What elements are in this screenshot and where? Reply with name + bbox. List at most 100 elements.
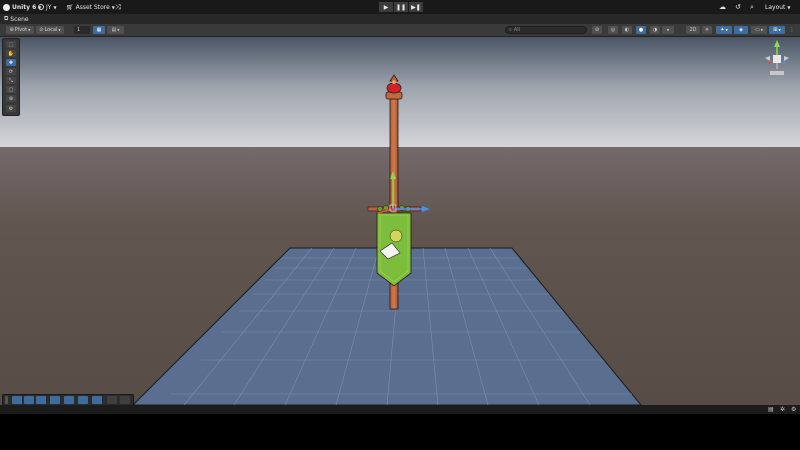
shaded-button[interactable]: ● xyxy=(636,26,646,34)
pivot-dropdown[interactable]: ⊕ Pivot ▼ xyxy=(6,26,34,34)
version-control-icon: ⤨ xyxy=(115,2,121,11)
view-icon: ⬚ xyxy=(8,41,14,48)
wireframe-icon: ◎ xyxy=(610,27,616,33)
overlay-btn-3[interactable] xyxy=(36,396,46,404)
cloud-icon: ☁ xyxy=(719,3,726,11)
eye-slash-icon: ⊘ xyxy=(594,27,600,33)
rotate-tool-button[interactable]: ⟳ xyxy=(6,68,16,75)
version-control-button[interactable]: ⤨ xyxy=(115,2,121,12)
gizmos-dropdown[interactable]: ⊞ ▼ xyxy=(769,26,785,34)
unlit-icon: ◑ xyxy=(652,27,658,33)
custom-tool-icon: ⚙ xyxy=(8,105,14,112)
overlay-grip[interactable] xyxy=(5,396,8,404)
overlay-btn-9[interactable] xyxy=(120,396,130,404)
pause-button[interactable]: ❚❚ xyxy=(394,2,408,12)
asset-store-button[interactable]: 🛒︎ Asset Store ▼ xyxy=(66,2,115,12)
effects-icon: ✦ xyxy=(720,27,725,33)
chevron-down-icon: ▼ xyxy=(778,28,781,32)
chevron-down-icon: ▼ xyxy=(117,28,120,32)
pivot-label: Pivot xyxy=(14,27,28,33)
space-icon: ⊙ xyxy=(39,27,44,33)
scale-icon: ⤡ xyxy=(8,77,13,84)
hand-tool-button[interactable]: ✋ xyxy=(6,50,16,57)
console-icon[interactable]: ▤ xyxy=(768,406,774,413)
search-placeholder: All xyxy=(513,27,521,33)
2d-toggle-button[interactable]: 2D xyxy=(686,26,700,34)
draw-mode-dropdown[interactable]: ▼ xyxy=(662,26,674,34)
overlay-btn-8[interactable] xyxy=(107,396,117,404)
shaded-wireframe-icon: ◐ xyxy=(624,27,630,33)
overlay-btn-5[interactable] xyxy=(64,396,74,404)
transform-tool-button[interactable]: ⊛ xyxy=(6,95,16,102)
unity-logo-icon xyxy=(3,3,10,11)
lighting-toggle-button[interactable]: ☀ xyxy=(702,26,712,34)
playmode-controls: ▶ ❚❚ ▶❚ xyxy=(379,2,423,12)
history-button[interactable]: ↺ xyxy=(735,2,741,12)
2d-label: 2D xyxy=(689,27,697,33)
move-icon: ✥ xyxy=(8,59,14,66)
transform-icon: ⊛ xyxy=(8,95,14,102)
overlay-btn-4[interactable] xyxy=(50,396,60,404)
global-search-button[interactable]: ⌕ xyxy=(750,2,754,12)
scene-viewport[interactable]: ⬚ ✋ ✥ ⟳ ⤡ ▢ ⊛ ⚙ xyxy=(0,37,800,405)
effects-dropdown[interactable]: ✦ ▼ xyxy=(716,26,732,34)
custom-tool-button[interactable]: ⚙ xyxy=(6,105,16,112)
account-label: JY xyxy=(46,3,52,11)
account-icon xyxy=(38,4,44,10)
visibility-button[interactable]: ⊘ xyxy=(592,26,602,34)
cloud-button[interactable]: ☁ xyxy=(719,2,726,12)
space-label: Local xyxy=(44,27,58,33)
move-tool-button[interactable]: ✥ xyxy=(6,59,16,66)
overlay-btn-1[interactable] xyxy=(12,396,22,404)
layers-icon: ◈ xyxy=(739,27,743,33)
grid-toggle-button[interactable]: ▦ xyxy=(93,26,105,34)
scene-render xyxy=(0,37,800,405)
pause-icon: ❚❚ xyxy=(395,3,407,11)
camera-icon: ▭ xyxy=(754,27,760,33)
view-tool-button[interactable]: ⬚ xyxy=(6,41,16,48)
bug-icon[interactable]: ✲ xyxy=(780,406,785,413)
scene-icon: ⧉ xyxy=(4,15,9,22)
camera-dropdown[interactable]: ▭ ▼ xyxy=(751,26,767,34)
scene-tab-bar: ⧉ Scene xyxy=(0,14,800,24)
pivot-icon: ⊕ xyxy=(9,27,14,33)
grid-icon: ▦ xyxy=(96,27,102,33)
scene-search-input[interactable]: ⌕ All xyxy=(505,26,587,34)
scene-tab-label: Scene xyxy=(10,15,29,23)
asset-store-label: Asset Store xyxy=(75,3,110,11)
main-toolbar: Unity 6 ▼ JY ▼ 🛒︎ Asset Store ▼ ⤨ ▶ ❚❚ ▶… xyxy=(0,0,800,14)
app-menu[interactable]: Unity 6 ▼ xyxy=(3,2,41,12)
scale-tool-button[interactable]: ⤡ xyxy=(6,77,16,84)
scene-visibility-button[interactable]: ◈ xyxy=(734,26,748,34)
shaded-wireframe-button[interactable]: ◐ xyxy=(622,26,632,34)
settings-icon[interactable]: ⚙ xyxy=(791,406,796,413)
cart-icon: 🛒︎ xyxy=(66,3,74,11)
more-options-button[interactable]: ⋮ xyxy=(788,26,796,34)
rect-tool-button[interactable]: ▢ xyxy=(6,86,16,93)
play-button[interactable]: ▶ xyxy=(379,2,393,12)
search-icon: ⌕ xyxy=(750,2,754,11)
chevron-down-icon: ▼ xyxy=(58,28,61,32)
snap-icon: ▤ xyxy=(111,27,117,33)
app-title: Unity 6 xyxy=(12,3,37,11)
search-icon: ⌕ xyxy=(509,27,512,33)
chevron-down-icon: ▼ xyxy=(725,28,728,32)
tab-scene[interactable]: ⧉ Scene xyxy=(0,14,35,24)
grid-size-field[interactable]: 1 xyxy=(74,26,90,34)
layout-label: Layout xyxy=(765,3,786,11)
overlay-btn-7[interactable] xyxy=(92,396,102,404)
step-button[interactable]: ▶❚ xyxy=(409,2,423,12)
space-dropdown[interactable]: ⊙ Local ▼ xyxy=(36,26,64,34)
wireframe-shading-button[interactable]: ◎ xyxy=(608,26,618,34)
gizmos-icon: ⊞ xyxy=(773,27,778,33)
snap-dropdown[interactable]: ▤ ▼ xyxy=(107,26,124,34)
overlay-btn-2[interactable] xyxy=(24,396,34,404)
hand-icon: ✋ xyxy=(7,50,15,57)
account-dropdown[interactable]: JY ▼ xyxy=(38,2,57,12)
layout-dropdown[interactable]: Layout ▼ xyxy=(765,2,790,12)
unlit-button[interactable]: ◑ xyxy=(650,26,660,34)
overlay-btn-6[interactable] xyxy=(78,396,88,404)
chevron-down-icon: ▼ xyxy=(760,28,764,32)
more-icon: ⋮ xyxy=(789,27,795,33)
light-icon: ☀ xyxy=(704,27,710,33)
